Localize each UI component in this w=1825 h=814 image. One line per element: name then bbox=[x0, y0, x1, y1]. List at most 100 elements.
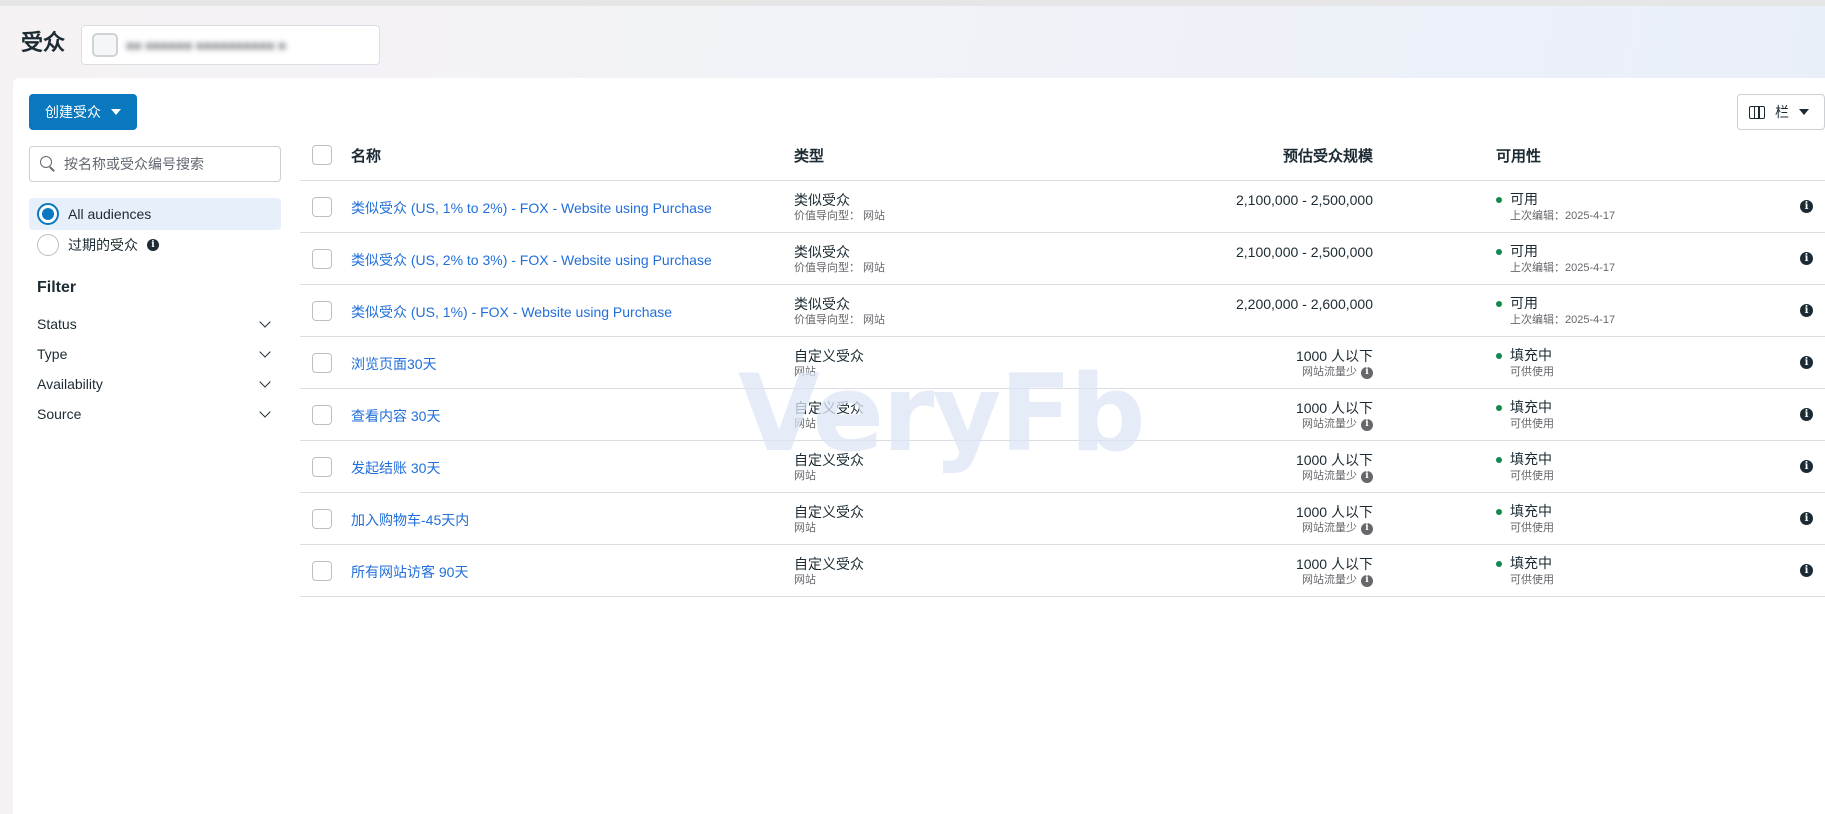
row-checkbox[interactable] bbox=[312, 197, 332, 217]
search-input[interactable] bbox=[64, 156, 264, 172]
filter-type[interactable]: Type bbox=[37, 343, 273, 365]
type-label: 自定义受众 bbox=[794, 452, 864, 468]
page-title: 受众 bbox=[21, 30, 66, 55]
audience-name-link[interactable]: 类似受众 (US, 1% to 2%) - FOX - Website usin… bbox=[351, 198, 712, 218]
size-value: 1000 人以下 bbox=[1295, 400, 1373, 416]
table-row[interactable]: 类似受众 (US, 1%) - FOX - Website using Purc… bbox=[300, 285, 1825, 337]
row-checkbox[interactable] bbox=[312, 457, 332, 477]
audience-type: 自定义受众 网站 bbox=[794, 399, 864, 432]
info-icon[interactable]: i bbox=[1800, 252, 1813, 265]
audience-type: 自定义受众 网站 bbox=[794, 451, 864, 484]
info-icon[interactable]: i bbox=[1800, 304, 1813, 317]
audience-name-link[interactable]: 类似受众 (US, 1%) - FOX - Website using Purc… bbox=[351, 302, 672, 322]
table-row[interactable]: 类似受众 (US, 1% to 2%) - FOX - Website usin… bbox=[300, 181, 1825, 233]
status-label: 填充中 bbox=[1510, 451, 1552, 467]
main-panel: 创建受众 栏 All audiences 过期的受众 i Filter Stat… bbox=[13, 78, 1825, 814]
radio-selected[interactable] bbox=[37, 203, 59, 225]
availability: 填充中 可供使用 bbox=[1496, 502, 1554, 536]
status-subtext: 可供使用 bbox=[1510, 574, 1554, 586]
header-size[interactable]: 预估受众规模 bbox=[1283, 145, 1373, 166]
row-checkbox[interactable] bbox=[312, 509, 332, 529]
audience-size: 1000 人以下 网站流量少 i bbox=[1296, 451, 1373, 484]
availability: 填充中 可供使用 bbox=[1496, 398, 1554, 432]
header-availability[interactable]: 可用性 bbox=[1496, 145, 1541, 166]
status-dot bbox=[1496, 353, 1502, 359]
status-subtext: 可供使用 bbox=[1510, 470, 1554, 482]
audience-name-link[interactable]: 所有网站访客 90天 bbox=[351, 562, 468, 582]
status-label: 填充中 bbox=[1510, 399, 1552, 415]
status-label: 填充中 bbox=[1510, 503, 1552, 519]
info-icon[interactable]: i bbox=[147, 239, 159, 251]
status-dot bbox=[1496, 197, 1502, 203]
account-icon bbox=[92, 33, 118, 57]
filter-availability[interactable]: Availability bbox=[37, 373, 273, 395]
size-value: 2,100,000 - 2,500,000 bbox=[1235, 244, 1373, 260]
table-row[interactable]: 类似受众 (US, 2% to 3%) - FOX - Website usin… bbox=[300, 233, 1825, 285]
scope-label: All audiences bbox=[68, 206, 152, 222]
filter-label: Availability bbox=[37, 376, 103, 392]
search-box[interactable] bbox=[29, 146, 281, 182]
table-row[interactable]: 发起结账 30天 自定义受众 网站 1000 人以下 网站流量少 i 填充中 可供… bbox=[300, 441, 1825, 493]
account-selector[interactable]: ■■ ■■■■■■ ■■■■■■■■■■ ■ bbox=[81, 25, 380, 65]
table-row[interactable]: 加入购物车-45天内 自定义受众 网站 1000 人以下 网站流量少 i 填充中 … bbox=[300, 493, 1825, 545]
info-icon[interactable]: i bbox=[1361, 574, 1373, 587]
row-checkbox[interactable] bbox=[312, 405, 332, 425]
scope-label: 过期的受众 bbox=[68, 237, 138, 253]
select-all-checkbox[interactable] bbox=[312, 145, 332, 165]
size-note: 网站流量少 bbox=[1302, 418, 1357, 430]
filter-label: Source bbox=[37, 406, 82, 422]
row-checkbox[interactable] bbox=[312, 301, 332, 321]
filter-source[interactable]: Source bbox=[37, 403, 273, 425]
audience-name-link[interactable]: 浏览页面30天 bbox=[351, 354, 437, 374]
header-name[interactable]: 名称 bbox=[351, 145, 381, 166]
audience-name-link[interactable]: 发起结账 30天 bbox=[351, 458, 440, 478]
size-value: 2,100,000 - 2,500,000 bbox=[1235, 192, 1373, 208]
status-subtext: 可供使用 bbox=[1510, 418, 1554, 430]
info-icon[interactable]: i bbox=[1800, 200, 1813, 213]
header-type[interactable]: 类型 bbox=[794, 145, 824, 166]
status-subtext: 上次编辑：2025-4-17 bbox=[1510, 210, 1616, 222]
filter-label: Type bbox=[37, 346, 68, 362]
columns-label: 栏 bbox=[1775, 104, 1789, 120]
availability: 填充中 可供使用 bbox=[1496, 554, 1554, 588]
audience-name-link[interactable]: 加入购物车-45天内 bbox=[351, 510, 469, 530]
table-row[interactable]: 查看内容 30天 自定义受众 网站 1000 人以下 网站流量少 i 填充中 可供… bbox=[300, 389, 1825, 441]
table-row[interactable]: 浏览页面30天 自定义受众 网站 1000 人以下 网站流量少 i 填充中 可供使… bbox=[300, 337, 1825, 389]
availability: 可用 上次编辑：2025-4-17 bbox=[1496, 294, 1615, 328]
table-row[interactable]: 所有网站访客 90天 自定义受众 网站 1000 人以下 网站流量少 i 填充中 … bbox=[300, 545, 1825, 597]
type-label: 类似受众 bbox=[794, 296, 850, 312]
size-value: 2,200,000 - 2,600,000 bbox=[1235, 296, 1373, 312]
chevron-down-icon bbox=[259, 376, 271, 388]
info-icon[interactable]: i bbox=[1800, 460, 1813, 473]
info-icon[interactable]: i bbox=[1800, 408, 1813, 421]
info-icon[interactable]: i bbox=[1800, 356, 1813, 369]
filter-status[interactable]: Status bbox=[37, 313, 273, 335]
info-icon[interactable]: i bbox=[1800, 512, 1813, 525]
audience-name-link[interactable]: 类似受众 (US, 2% to 3%) - FOX - Website usin… bbox=[351, 250, 712, 270]
audience-name-link[interactable]: 查看内容 30天 bbox=[351, 406, 440, 426]
scope-all-audiences[interactable]: All audiences bbox=[29, 198, 281, 230]
chevron-down-icon bbox=[259, 346, 271, 358]
info-icon[interactable]: i bbox=[1800, 564, 1813, 577]
type-subtext: 网站 bbox=[794, 470, 816, 482]
create-audience-button[interactable]: 创建受众 bbox=[29, 94, 137, 130]
search-icon bbox=[40, 156, 56, 172]
type-subtext: 价值导向型： 网站 bbox=[794, 210, 886, 222]
info-icon[interactable]: i bbox=[1361, 522, 1373, 535]
radio-unselected[interactable] bbox=[37, 234, 59, 256]
type-subtext: 网站 bbox=[794, 522, 816, 534]
size-subtext: 网站流量少 i bbox=[1296, 521, 1373, 536]
type-subtext: 价值导向型： 网站 bbox=[794, 262, 886, 274]
info-icon[interactable]: i bbox=[1361, 470, 1373, 483]
info-icon[interactable]: i bbox=[1361, 366, 1373, 379]
info-icon[interactable]: i bbox=[1361, 418, 1373, 431]
audience-size: 1000 人以下 网站流量少 i bbox=[1296, 503, 1373, 536]
scope-expired-audiences[interactable]: 过期的受众 i bbox=[29, 229, 281, 261]
row-checkbox[interactable] bbox=[312, 353, 332, 373]
chevron-down-icon bbox=[259, 316, 271, 328]
columns-button[interactable]: 栏 bbox=[1737, 94, 1825, 130]
status-dot bbox=[1496, 561, 1502, 567]
account-name: ■■ ■■■■■■ ■■■■■■■■■■ ■ bbox=[126, 37, 287, 53]
row-checkbox[interactable] bbox=[312, 561, 332, 581]
row-checkbox[interactable] bbox=[312, 249, 332, 269]
